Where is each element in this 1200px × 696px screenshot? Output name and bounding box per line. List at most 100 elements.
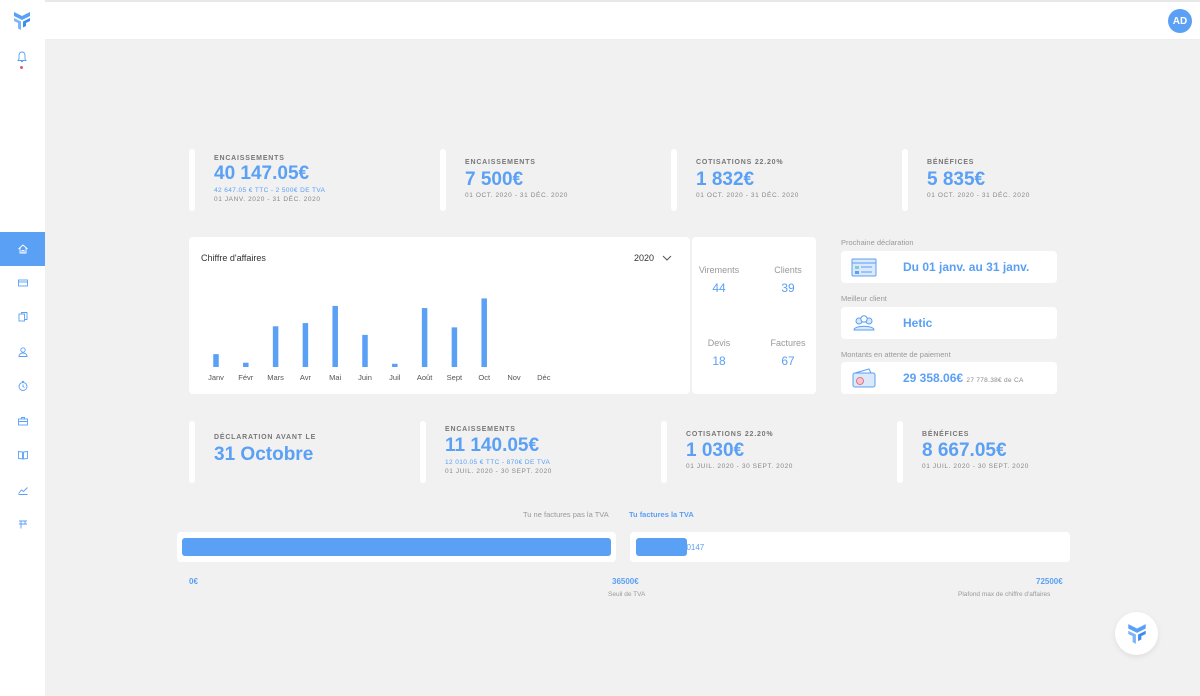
clients-value: 39 (781, 281, 795, 295)
factures-value: 67 (781, 354, 795, 368)
stat-label: BÉNÉFICES (927, 159, 975, 166)
stat-subtext: 12 010.05 € TTC - 870€ DE TVA (445, 459, 551, 466)
x-tick-label: Mai (329, 373, 341, 382)
next-declaration-value: Du 01 janv. au 31 janv. (903, 260, 1030, 274)
sidebar-item-documents[interactable] (0, 300, 45, 334)
bar-janv[interactable] (213, 354, 219, 367)
stat-accent-bar (420, 421, 426, 483)
virements-value: 44 (712, 281, 726, 295)
chevron-down-icon (662, 255, 672, 261)
scale-tva-threshold-label: Seuil de TVA (608, 591, 646, 598)
x-tick-label: Févr (238, 373, 254, 382)
virements-stat[interactable]: Virements 44 (694, 265, 744, 295)
bar-oct[interactable] (481, 298, 487, 367)
scale-tva-threshold: 36500€ (612, 577, 639, 586)
stat-value: 7 500€ (465, 169, 524, 190)
flag-icon (18, 520, 27, 529)
stat-date: 01 OCT. 2020 - 31 DÉC. 2020 (465, 192, 568, 199)
bar-sept[interactable] (451, 327, 458, 367)
year-select[interactable]: 2020 (634, 253, 672, 263)
stat-benefices-quarter: BÉNÉFICES 5 835€ 01 OCT. 2020 - 31 DÉC. … (902, 149, 1102, 211)
current-revenue-value: 40147 (682, 543, 705, 552)
stat-label: ENCAISSEMENTS (465, 159, 536, 166)
stat-accent-bar (671, 149, 677, 211)
year-select-value: 2020 (633, 253, 654, 263)
next-declaration-card[interactable]: Du 01 janv. au 31 janv. (841, 251, 1057, 283)
bar-juin[interactable] (362, 334, 368, 367)
x-tick-label: Déc (537, 373, 551, 382)
top-bar: AD (0, 0, 1200, 40)
stat-value: 31 Octobre (214, 444, 314, 465)
x-tick-label: Mars (267, 373, 284, 382)
sidebar-item-cards[interactable] (0, 266, 45, 300)
pending-payments-value: 29 358.06€ 27 778.38€ de CA (903, 371, 1024, 385)
sidebar-item-clients[interactable] (0, 335, 45, 369)
book-icon (17, 450, 28, 460)
x-tick-label: Avr (300, 373, 312, 382)
bell-icon[interactable] (15, 50, 29, 64)
stat-accent-bar (189, 421, 195, 483)
stat-cotisations-quarter: COTISATIONS 22.20% 1 832€ 01 OCT. 2020 -… (671, 149, 871, 211)
bar-avr[interactable] (302, 323, 309, 367)
card-icon (17, 279, 28, 287)
revenue-ceiling-fill (636, 538, 687, 556)
devis-label: Devis (707, 338, 731, 348)
stat-label: ENCAISSEMENTS (445, 426, 516, 433)
people-group-icon (853, 315, 875, 331)
top-line (0, 0, 1200, 2)
bar-août[interactable] (421, 308, 428, 367)
logo-icon[interactable] (12, 10, 32, 32)
x-tick-label: Juil (389, 373, 401, 382)
documents-icon (18, 312, 27, 322)
stat-accent-bar (189, 149, 195, 211)
timer-icon (18, 381, 27, 391)
factures-label: Factures (770, 338, 806, 348)
stat-value: 11 140.05€ (445, 435, 540, 456)
stat-date: 01 JANV. 2020 - 31 DÉC. 2020 (214, 196, 321, 203)
bar-févr[interactable] (243, 362, 249, 367)
x-tick-label: Nov (507, 373, 521, 382)
best-client-label: Meilleur client (841, 294, 887, 303)
stat-accent-bar (661, 421, 667, 483)
scale-max-label: Plafond max de chiffre d'affaires (958, 591, 1051, 598)
tab-tva[interactable]: Tu factures la TVA (629, 510, 694, 519)
sidebar-item-book[interactable] (0, 438, 45, 472)
bar-juil[interactable] (392, 363, 398, 367)
chart-title: Chiffre d'affaires (201, 253, 266, 263)
clients-stat[interactable]: Clients 39 (763, 265, 813, 295)
sidebar-item-timer[interactable] (0, 369, 45, 403)
stat-date: 01 JUIL. 2020 - 30 SEPT. 2020 (922, 463, 1030, 470)
stat-date: 01 JUIL. 2020 - 30 SEPT. 2020 (686, 463, 794, 470)
stat-label: ENCAISSEMENTS (214, 155, 285, 162)
stat-date: 01 OCT. 2020 - 31 DÉC. 2020 (696, 192, 799, 199)
chart-line-icon (17, 487, 28, 495)
sidebar-item-stats[interactable] (0, 473, 45, 507)
stat-label: DÉCLARATION AVANT LE (214, 434, 317, 441)
stat-value: 5 835€ (927, 169, 986, 190)
tab-no-tva[interactable]: Tu ne factures pas la TVA (523, 510, 609, 519)
pending-payments-card[interactable]: 29 358.06€ 27 778.38€ de CA (841, 362, 1057, 394)
scale-min: 0€ (189, 577, 198, 586)
tva-threshold-fill (182, 538, 611, 556)
factures-stat[interactable]: Factures 67 (763, 338, 813, 368)
logo-icon (1127, 623, 1146, 644)
sidebar-item-flag[interactable] (0, 507, 45, 541)
scale-max: 72500€ (1036, 577, 1063, 586)
bar-mars[interactable] (272, 326, 279, 367)
stat-label: COTISATIONS 22.20% (686, 431, 774, 438)
stat-date: 01 OCT. 2020 - 31 DÉC. 2020 (927, 192, 1030, 199)
stat-label: BÉNÉFICES (922, 431, 970, 438)
sidebar-item-briefcase[interactable] (0, 404, 45, 438)
help-button[interactable] (1115, 612, 1158, 655)
x-tick-label: Janv (208, 373, 224, 382)
best-client-card[interactable]: Hetic (841, 307, 1057, 339)
devis-stat[interactable]: Devis 18 (694, 338, 744, 368)
bar-mai[interactable] (332, 305, 338, 367)
stat-encaissements-quarter: ENCAISSEMENTS 7 500€ 01 OCT. 2020 - 31 D… (440, 149, 640, 211)
virements-label: Virements (698, 265, 740, 275)
calendar-form-icon (851, 258, 877, 277)
notification-dot (20, 66, 23, 69)
sidebar-item-home[interactable] (0, 232, 45, 266)
home-icon (17, 244, 28, 254)
avatar[interactable]: AD (1168, 9, 1192, 33)
